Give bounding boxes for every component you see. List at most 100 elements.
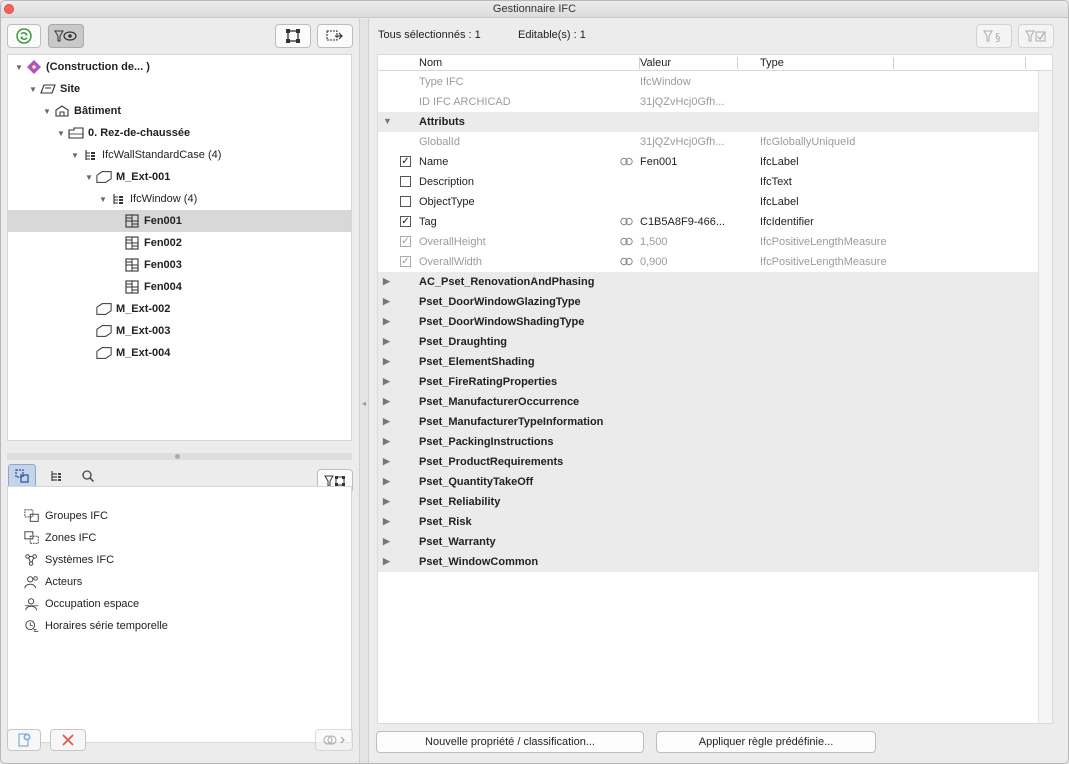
tree-item[interactable]: ▼ IfcWindow (4) [8,188,351,210]
property-row[interactable]: ID IFC ARCHICAD 31jQZvHcj0Gfh... [378,92,1040,112]
property-set-row[interactable]: ▶ Pset_ProductRequirements [378,452,1040,472]
expand-triangle-icon[interactable]: ▼ [28,85,38,94]
expand-triangle-icon[interactable]: ▼ [14,63,24,72]
group-list-item[interactable]: Systèmes IFC [24,549,114,571]
expand-triangle-icon[interactable]: ▼ [42,107,52,116]
property-checkbox[interactable] [400,176,411,187]
property-set-row[interactable]: ▶ Pset_QuantityTakeOff [378,472,1040,492]
disclosure-triangle-icon[interactable]: ▶ [383,276,390,287]
disclosure-triangle-icon[interactable]: ▶ [383,356,390,367]
property-set-row[interactable]: ▼ Attributs [378,112,1040,132]
property-value[interactable]: C1B5A8F9-466... [640,216,725,228]
tree-item[interactable]: ▼ IfcWallStandardCase (4) [8,144,351,166]
apply-rule-button[interactable]: Appliquer règle prédéfinie... [656,731,876,753]
property-set-row[interactable]: ▶ Pset_ManufacturerOccurrence [378,392,1040,412]
property-set-row[interactable]: ▶ Pset_Draughting [378,332,1040,352]
add-group-button[interactable] [7,729,41,751]
column-value[interactable]: Valeur [640,57,671,69]
column-name[interactable]: Nom [419,57,442,69]
group-list-item[interactable]: Groupes IFC [24,505,108,527]
delete-button[interactable] [50,729,86,751]
expand-triangle-icon[interactable]: ▼ [98,195,108,204]
disclosure-triangle-icon[interactable]: ▶ [383,476,390,487]
tree-item[interactable]: ▼ Bâtiment [8,100,351,122]
property-checkbox[interactable] [400,196,411,207]
disclosure-triangle-icon[interactable]: ▶ [383,316,390,327]
tree-item[interactable]: M_Ext-004 [8,342,351,364]
property-row[interactable]: Type IFC IfcWindow [378,72,1040,92]
new-property-button[interactable]: Nouvelle propriété / classification... [376,731,644,753]
property-name: ObjectType [419,196,475,208]
disclosure-triangle-icon[interactable]: ▶ [383,296,390,307]
disclosure-triangle-icon[interactable]: ▶ [383,416,390,427]
property-checkbox[interactable]: ✓ [400,156,411,167]
filter-view-button[interactable] [48,24,84,48]
property-row[interactable]: ✓ OverallWidth 0,900 IfcPositiveLengthMeasu… [378,252,1040,272]
tree-item[interactable]: ▼ Site [8,78,351,100]
tree-item[interactable]: ▼ M_Ext-001 [8,166,351,188]
property-set-row[interactable]: ▶ Pset_DoorWindowGlazingType [378,292,1040,312]
disclosure-triangle-icon[interactable]: ▶ [383,376,390,387]
tree-item[interactable]: Fen003 [8,254,351,276]
disclosure-triangle-icon[interactable]: ▶ [383,496,390,507]
tree-item[interactable]: ▼ 0. Rez-de-chaussée [8,122,351,144]
tree-item[interactable]: ▼ (Construction de... ) [8,56,351,78]
disclosure-triangle-icon[interactable]: ▶ [383,436,390,447]
property-set-row[interactable]: ▶ Pset_Warranty [378,532,1040,552]
property-row[interactable]: ✓ OverallHeight 1,500 IfcPositiveLengthMeas… [378,232,1040,252]
filter-properties-button[interactable]: § [976,24,1012,48]
tree-item[interactable]: Fen002 [8,232,351,254]
disclosure-triangle-icon[interactable]: ▶ [383,536,390,547]
disclosure-triangle-icon[interactable]: ▶ [383,396,390,407]
tab-hierarchy[interactable] [42,464,70,488]
property-checkbox[interactable]: ✓ [400,256,411,267]
property-set-row[interactable]: ▶ Pset_Reliability [378,492,1040,512]
disclosure-triangle-icon[interactable]: ▶ [383,516,390,527]
property-row[interactable]: ✓ Name Fen001 IfcLabel [378,152,1040,172]
expand-triangle-icon[interactable]: ▼ [56,129,66,138]
property-row[interactable]: ObjectType IfcLabel [378,192,1040,212]
add-document-icon [18,733,31,747]
filter-checked-button[interactable] [1018,24,1054,48]
close-window-button[interactable] [4,4,14,14]
property-checkbox[interactable]: ✓ [400,216,411,227]
property-set-row[interactable]: ▶ Pset_FireRatingProperties [378,372,1040,392]
property-row[interactable]: GlobalId 31jQZvHcj0Gfh... IfcGloballyUniqu… [378,132,1040,152]
link-options-button[interactable] [315,729,353,751]
property-checkbox[interactable]: ✓ [400,236,411,247]
group-list-item[interactable]: Acteurs [24,571,82,593]
ifc-zones-icon [24,531,40,545]
assign-button[interactable] [317,24,353,48]
property-value[interactable]: Fen001 [640,156,677,168]
tab-groups[interactable] [8,464,36,488]
disclosure-triangle-icon[interactable]: ▼ [383,116,392,126]
column-type[interactable]: Type [760,57,784,69]
property-set-row[interactable]: ▶ Pset_ElementShading [378,352,1040,372]
pane-divider[interactable] [7,453,352,460]
property-row[interactable]: ✓ Tag C1B5A8F9-466... IfcIdentifier [378,212,1040,232]
expand-triangle-icon[interactable]: ▼ [70,151,80,160]
property-set-row[interactable]: ▶ AC_Pset_RenovationAndPhasing [378,272,1040,292]
property-set-row[interactable]: ▶ Pset_Risk [378,512,1040,532]
property-set-row[interactable]: ▶ Pset_DoorWindowShadingType [378,312,1040,332]
tree-item[interactable]: M_Ext-003 [8,320,351,342]
grid-scrollbar[interactable] [1038,71,1052,723]
spatial-structure-button[interactable] [275,24,311,48]
property-set-row[interactable]: ▶ Pset_PackingInstructions [378,432,1040,452]
disclosure-triangle-icon[interactable]: ▶ [383,556,390,567]
group-list-item[interactable]: Horaires série temporelle [24,615,168,637]
property-set-row[interactable]: ▶ Pset_WindowCommon [378,552,1040,572]
expand-triangle-icon[interactable]: ▼ [84,173,94,182]
property-row[interactable]: Description IfcText [378,172,1040,192]
tab-search[interactable] [74,464,102,488]
vertical-splitter[interactable]: ◂ [359,19,369,763]
disclosure-triangle-icon[interactable]: ▶ [383,336,390,347]
group-list-item[interactable]: Zones IFC [24,527,96,549]
tree-item[interactable]: Fen001 [8,210,351,232]
tree-item[interactable]: M_Ext-002 [8,298,351,320]
group-list-item[interactable]: Occupation espace [24,593,139,615]
refresh-button[interactable] [7,24,41,48]
tree-item[interactable]: Fen004 [8,276,351,298]
property-set-row[interactable]: ▶ Pset_ManufacturerTypeInformation [378,412,1040,432]
disclosure-triangle-icon[interactable]: ▶ [383,456,390,467]
